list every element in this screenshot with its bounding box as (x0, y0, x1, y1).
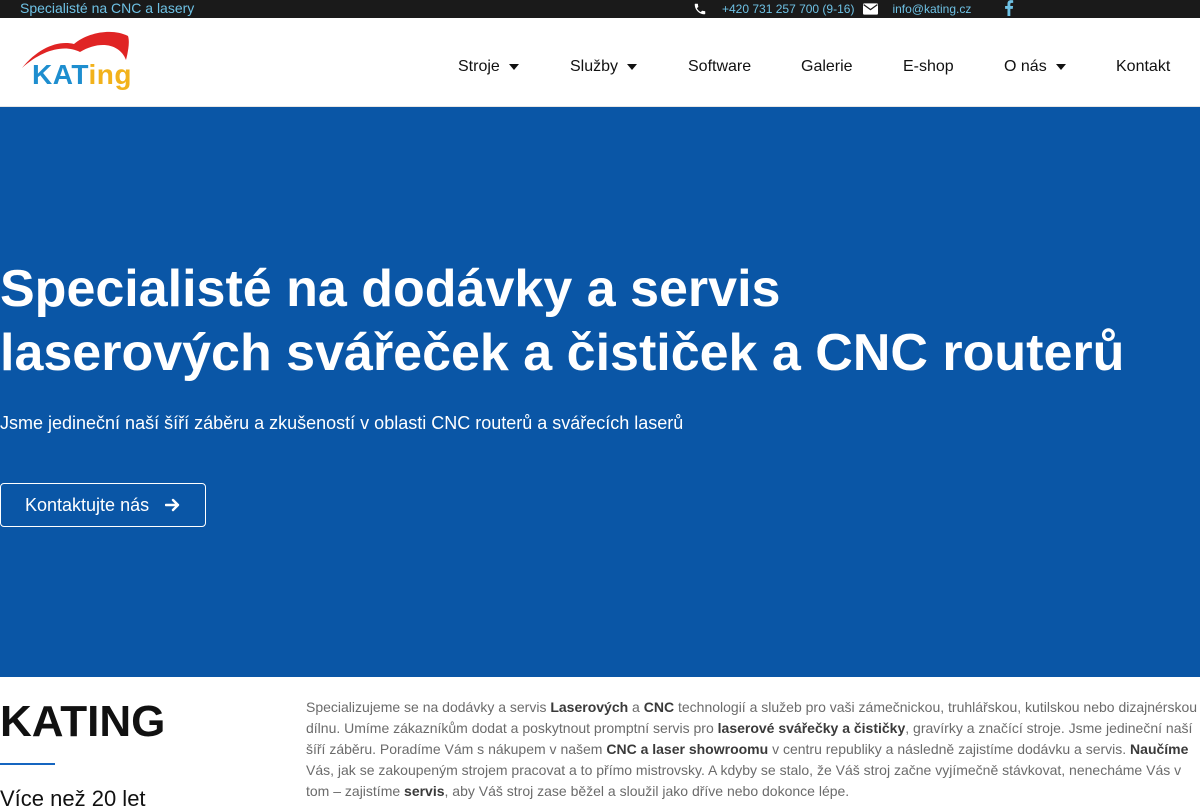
hero-title: Specialisté na dodávky a servis laserový… (0, 257, 1200, 385)
about-title: KATING (0, 697, 166, 746)
kating-logo[interactable]: KATing (18, 30, 132, 94)
hero-title-line-2: laserových svářeček a čističek a CNC rou… (0, 324, 1125, 382)
nav-label: Software (688, 58, 752, 75)
nav-label: Stroje (458, 58, 500, 75)
contact-us-button-label: Kontaktujte nás (25, 494, 150, 515)
nav-label: Služby (570, 58, 619, 75)
logo-wordmark: KATing (32, 59, 132, 90)
hero-section: Specialisté na dodávky a servis laserový… (0, 107, 1200, 677)
envelope-icon (862, 1, 878, 17)
caret-down-icon (1055, 64, 1066, 70)
nav-label: E-shop (903, 58, 954, 75)
nav-item-sluzby[interactable]: Služby (570, 58, 638, 76)
nav-item-software[interactable]: Software (688, 58, 751, 76)
nav-item-kontakt[interactable]: Kontakt (1116, 58, 1170, 76)
about-years: Více než 20 let (0, 786, 146, 811)
about-paragraph: Specializujeme se na dodávky a servis La… (306, 699, 1198, 799)
hero-title-line-1: Specialisté na dodávky a servis (0, 260, 781, 318)
nav-label: O nás (1004, 58, 1047, 75)
hero-subtitle: Jsme jedineční naší šíří záběru a zkušen… (0, 413, 684, 433)
nav-item-galerie[interactable]: Galerie (801, 58, 853, 76)
title-underline (0, 763, 55, 765)
nav-label: Galerie (801, 58, 853, 75)
top-bar-email-link[interactable]: info@kating.cz (892, 2, 971, 16)
arrow-right-icon (165, 497, 181, 513)
top-bar-contact: +420 731 257 700 (9-16) info@kating.cz (692, 0, 971, 18)
nav-item-eshop[interactable]: E-shop (903, 58, 954, 76)
top-bar-phone-link[interactable]: +420 731 257 700 (9-16) (722, 2, 854, 16)
nav-item-stroje[interactable]: Stroje (458, 58, 519, 76)
nav-item-o-nas[interactable]: O nás (1004, 58, 1066, 76)
site-header: KATing Stroje Služby Software Galerie E-… (0, 18, 1200, 107)
facebook-icon[interactable] (1004, 0, 1018, 16)
nav-label: Kontakt (1116, 58, 1171, 75)
top-bar-tagline: Specialisté na CNC a lasery (20, 0, 195, 16)
caret-down-icon (508, 64, 519, 70)
contact-us-button[interactable]: Kontaktujte nás (0, 483, 206, 527)
top-bar: Specialisté na CNC a lasery +420 731 257… (0, 0, 1200, 18)
caret-down-icon (627, 64, 638, 70)
phone-icon (692, 1, 708, 17)
